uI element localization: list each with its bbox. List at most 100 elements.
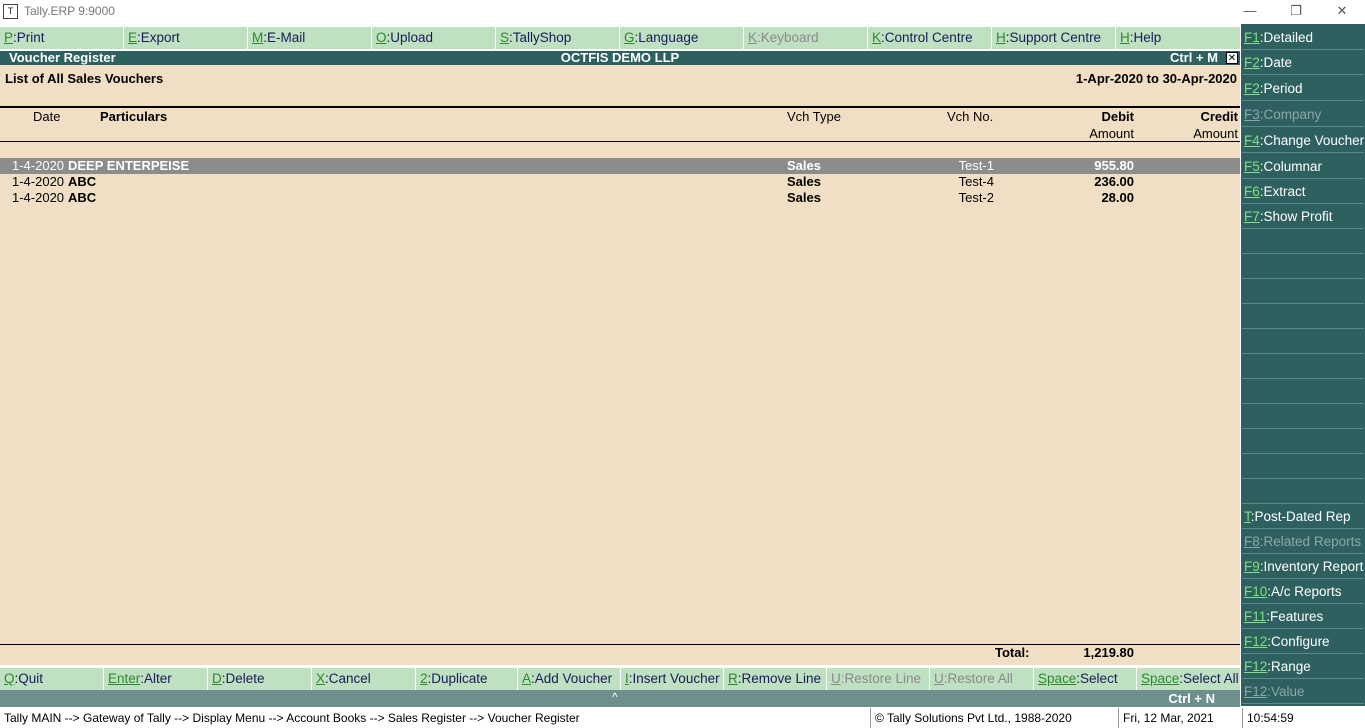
empty-side-slot (1242, 455, 1364, 479)
row-vch-type: Sales (787, 174, 821, 189)
insert-voucher-button[interactable]: I:Insert Voucher (621, 668, 724, 690)
period-button[interactable]: F2:Period (1242, 77, 1364, 101)
empty-side-slot (1242, 230, 1364, 254)
help-button[interactable]: H:Help (1116, 27, 1240, 49)
report-close-icon[interactable]: ✕ (1226, 52, 1238, 64)
row-vch-no: Test-4 (958, 174, 994, 189)
ac-reports-button[interactable]: F10:A/c Reports (1242, 580, 1364, 604)
restore-icon[interactable]: ❐ (1273, 0, 1319, 24)
status-date: Fri, 12 Mar, 2021 (1118, 708, 1242, 728)
upload-button[interactable]: O:Upload (372, 27, 496, 49)
date-button[interactable]: F2:Date (1242, 51, 1364, 75)
empty-side-slot (1242, 305, 1364, 329)
col-header-vch-type: Vch Type (787, 109, 841, 124)
col-header-particulars: Particulars (100, 109, 168, 124)
detailed-button[interactable]: F1:Detailed (1242, 26, 1364, 50)
company-name: OCTFIS DEMO LLP (560, 50, 680, 65)
row-date: 1-4-2020 (12, 174, 65, 189)
related-reports-button[interactable]: F8:Related Reports (1242, 530, 1364, 554)
change-voucher-button[interactable]: F4:Change Voucher (1242, 129, 1364, 153)
empty-side-slot (1242, 255, 1364, 279)
row-particulars[interactable]: ABC (68, 190, 96, 206)
inventory-reports-button[interactable]: F9:Inventory Reports (1242, 555, 1364, 579)
top-button-bar: P:Print E:Export M:E-Mail O:Upload S:Tal… (0, 27, 1240, 49)
col-header-debit-sub: Amount (1089, 126, 1134, 141)
empty-side-slot (1242, 430, 1364, 454)
range-button[interactable]: F12:Range (1242, 655, 1364, 679)
breadcrumb: Tally MAIN --> Gateway of Tally --> Disp… (4, 711, 580, 725)
row-debit: 236.00 (1094, 174, 1134, 189)
value-button[interactable]: F12:Value (1242, 680, 1364, 704)
total-debit: 1,219.80 (1083, 645, 1134, 660)
report-subtitle: List of All Sales Vouchers (5, 71, 164, 86)
row-debit: 955.80 (1094, 158, 1134, 173)
row-vch-type: Sales (787, 158, 821, 173)
company-button[interactable]: F3:Company (1242, 103, 1364, 127)
empty-side-slot (1242, 480, 1364, 504)
support-centre-button[interactable]: H:Support Centre (992, 27, 1116, 49)
show-profit-button[interactable]: F7:Show Profit (1242, 205, 1364, 229)
row-vch-no: Test-1 (958, 158, 994, 173)
tally-window: T Tally.ERP 9:9000 — ❐ ✕ P:Print E:Expor… (0, 0, 1365, 728)
report-shortcut: Ctrl + M (1169, 50, 1218, 65)
delete-button[interactable]: D:Delete (208, 668, 312, 690)
window-title: Tally.ERP 9:9000 (24, 4, 115, 18)
features-button[interactable]: F11:Features (1242, 605, 1364, 629)
duplicate-button[interactable]: 2:Duplicate (416, 668, 518, 690)
columnar-button[interactable]: F5:Columnar (1242, 155, 1364, 179)
configure-button[interactable]: F12:Configure (1242, 630, 1364, 654)
alter-button[interactable]: Enter:Alter (104, 668, 208, 690)
empty-side-slot (1242, 280, 1364, 304)
empty-side-slot (1242, 380, 1364, 404)
add-voucher-button[interactable]: A:Add Voucher (518, 668, 621, 690)
status-bar: Tally MAIN --> Gateway of Tally --> Disp… (0, 708, 1365, 728)
select-all-button[interactable]: Space:Select All (1137, 668, 1240, 690)
expand-caret-icon[interactable]: ^ (612, 690, 618, 704)
row-particulars[interactable]: ABC (68, 174, 96, 190)
language-button[interactable]: G:Language (620, 27, 744, 49)
status-time: 10:54:59 (1242, 708, 1365, 728)
ctrl-n-bar: ^ Ctrl + N (0, 690, 1240, 707)
cancel-button[interactable]: X:Cancel (312, 668, 416, 690)
header-divider (0, 106, 1240, 108)
keyboard-button[interactable]: K:Keyboard (744, 27, 868, 49)
report-period[interactable]: 1-Apr-2020 to 30-Apr-2020 (1076, 71, 1237, 86)
col-header-vch-no: Vch No. (947, 109, 994, 124)
col-header-date: Date (33, 109, 61, 124)
empty-side-slot (1242, 330, 1364, 354)
quit-button[interactable]: Q:Quit (0, 668, 104, 690)
tally-app-icon: T (3, 4, 18, 19)
row-date: 1-4-2020 (12, 158, 65, 173)
total-label: Total: (995, 645, 1030, 660)
col-header-debit: Debit (1101, 109, 1135, 124)
close-icon[interactable]: ✕ (1319, 0, 1365, 24)
report-body: List of All Sales Vouchers 1-Apr-2020 to… (0, 65, 1240, 665)
column-divider (0, 141, 1240, 142)
email-button[interactable]: M:E-Mail (248, 27, 372, 49)
col-header-credit: Credit (1200, 109, 1238, 124)
remove-line-button[interactable]: R:Remove Line (724, 668, 827, 690)
minimize-icon[interactable]: — (1227, 0, 1273, 24)
tallyshop-button[interactable]: S:TallyShop (496, 27, 620, 49)
restore-line-button[interactable]: U:Restore Line (827, 668, 930, 690)
empty-side-slot (1242, 355, 1364, 379)
extract-button[interactable]: F6:Extract (1242, 180, 1364, 204)
report-header: OCTFIS DEMO LLP Voucher Register Ctrl + … (0, 51, 1240, 65)
row-particulars[interactable]: DEEP ENTERPEISE (68, 158, 189, 174)
right-button-panel: F1:Detailed F2:Date F2:Period F3:Company… (1241, 24, 1365, 706)
export-button[interactable]: E:Export (124, 27, 248, 49)
print-button[interactable]: P:Print (0, 27, 124, 49)
col-header-credit-sub: Amount (1193, 126, 1238, 141)
restore-all-button[interactable]: U:Restore All (930, 668, 1034, 690)
title-bar: T Tally.ERP 9:9000 — ❐ ✕ (0, 0, 1365, 24)
row-debit: 28.00 (1101, 190, 1134, 205)
control-centre-button[interactable]: K:Control Centre (868, 27, 992, 49)
empty-side-slot (1242, 405, 1364, 429)
post-dated-rep-button[interactable]: T:Post-Dated Rep (1242, 505, 1364, 529)
bottom-button-bar: Q:Quit Enter:Alter D:Delete X:Cancel 2:D… (0, 668, 1240, 690)
copyright-text: © Tally Solutions Pvt Ltd., 1988-2020 (870, 708, 1118, 728)
select-button[interactable]: Space:Select (1034, 668, 1137, 690)
row-vch-type: Sales (787, 190, 821, 205)
row-date: 1-4-2020 (12, 190, 65, 205)
row-vch-no: Test-2 (958, 190, 994, 205)
